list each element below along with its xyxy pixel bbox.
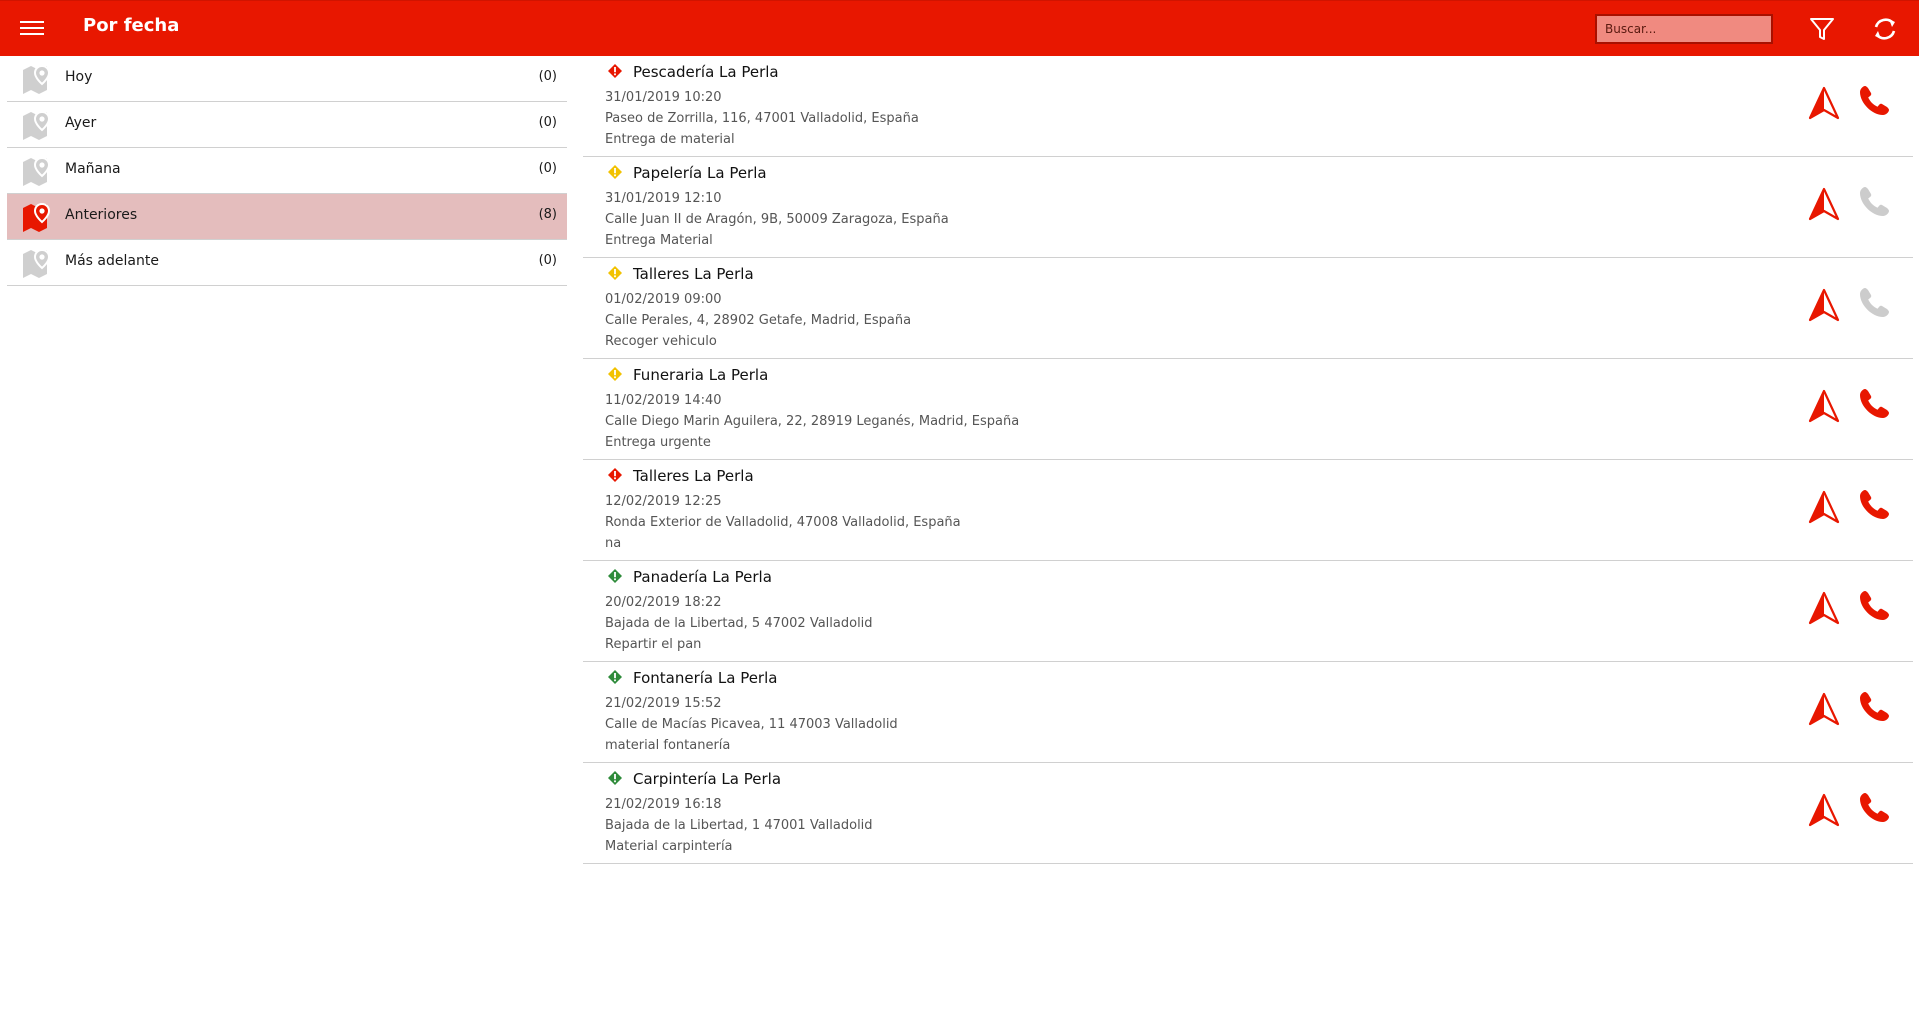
entry-name: Talleres La Perla: [633, 467, 754, 485]
sidebar: Hoy (0) Ayer (0) Mañana (0) Anteriores (8) Más a…: [7, 56, 567, 286]
sidebar-item-count: (0): [538, 253, 557, 268]
top-bar: Por fecha: [0, 0, 1919, 56]
entry-date: 21/02/2019 15:52: [605, 696, 722, 711]
sidebar-item-count: (0): [538, 161, 557, 176]
entry-name: Carpintería La Perla: [633, 770, 782, 788]
sidebar-item-count: (0): [538, 115, 557, 130]
entry-name: Talleres La Perla: [633, 265, 754, 283]
entry-address: Ronda Exterior de Valladolid, 47008 Vall…: [605, 515, 961, 530]
entry-address: Calle de Macías Picavea, 11 47003 Vallad…: [605, 717, 898, 732]
status-warning-icon: [607, 770, 623, 786]
list-item[interactable]: Papelería La Perla 31/01/2019 12:10 Calle …: [583, 157, 1913, 258]
entry-date: 31/01/2019 12:10: [605, 191, 722, 206]
map-pin-icon: [21, 246, 55, 280]
phone-icon[interactable]: [1857, 486, 1893, 522]
phone-icon[interactable]: [1857, 688, 1893, 724]
entry-description: material fontanería: [605, 738, 731, 753]
status-warning-icon: [607, 63, 623, 79]
sidebar-item[interactable]: Anteriores (8): [7, 194, 567, 240]
sidebar-item-label: Ayer: [65, 115, 97, 131]
phone-icon[interactable]: [1857, 385, 1893, 421]
entry-address: Calle Juan II de Aragón, 9B, 50009 Zarag…: [605, 212, 949, 227]
entry-date: 20/02/2019 18:22: [605, 595, 722, 610]
entry-name: Panadería La Perla: [633, 568, 772, 586]
phone-icon: [1857, 284, 1893, 320]
sidebar-item-count: (8): [538, 207, 557, 222]
entry-date: 01/02/2019 09:00: [605, 292, 722, 307]
navigate-icon[interactable]: [1806, 590, 1842, 626]
list-item[interactable]: Panadería La Perla 20/02/2019 18:22 Bajada…: [583, 561, 1913, 662]
entry-address: Bajada de la Libertad, 5 47002 Valladoli…: [605, 616, 873, 631]
phone-icon[interactable]: [1857, 789, 1893, 825]
status-warning-icon: [607, 669, 623, 685]
entry-name: Pescadería La Perla: [633, 63, 779, 81]
map-pin-icon: [21, 200, 55, 234]
entry-name: Fontanería La Perla: [633, 669, 778, 687]
entry-description: Entrega de material: [605, 132, 735, 147]
status-warning-icon: [607, 467, 623, 483]
sidebar-item-label: Más adelante: [65, 253, 159, 269]
navigate-icon[interactable]: [1806, 691, 1842, 727]
appointment-list: Pescadería La Perla 31/01/2019 10:20 Paseo…: [583, 56, 1913, 864]
sidebar-item-label: Mañana: [65, 161, 121, 177]
sidebar-item[interactable]: Mañana (0): [7, 148, 567, 194]
sidebar-item-label: Anteriores: [65, 207, 138, 223]
navigate-icon[interactable]: [1806, 792, 1842, 828]
status-warning-icon: [607, 265, 623, 281]
map-pin-icon: [21, 62, 55, 96]
hamburger-icon[interactable]: [17, 15, 47, 41]
phone-icon: [1857, 183, 1893, 219]
sidebar-item-count: (0): [538, 69, 557, 84]
navigate-icon[interactable]: [1806, 287, 1842, 323]
phone-icon[interactable]: [1857, 82, 1893, 118]
sidebar-item[interactable]: Más adelante (0): [7, 240, 567, 286]
entry-address: Calle Perales, 4, 28902 Getafe, Madrid, …: [605, 313, 912, 328]
navigate-icon[interactable]: [1806, 186, 1842, 222]
status-warning-icon: [607, 568, 623, 584]
entry-date: 11/02/2019 14:40: [605, 393, 722, 408]
entry-name: Funeraria La Perla: [633, 366, 769, 384]
status-warning-icon: [607, 366, 623, 382]
entry-description: na: [605, 536, 622, 551]
sidebar-item[interactable]: Hoy (0): [7, 56, 567, 102]
entry-description: Entrega urgente: [605, 435, 711, 450]
refresh-icon[interactable]: [1869, 13, 1901, 45]
entry-address: Calle Diego Marin Aguilera, 22, 28919 Le…: [605, 414, 1020, 429]
entry-description: Recoger vehiculo: [605, 334, 717, 349]
navigate-icon[interactable]: [1806, 388, 1842, 424]
list-item[interactable]: Funeraria La Perla 11/02/2019 14:40 Calle …: [583, 359, 1913, 460]
list-item[interactable]: Carpintería La Perla 21/02/2019 16:18 Baja…: [583, 763, 1913, 864]
entry-date: 31/01/2019 10:20: [605, 90, 722, 105]
entry-address: Bajada de la Libertad, 1 47001 Valladoli…: [605, 818, 873, 833]
map-pin-icon: [21, 154, 55, 188]
entry-date: 12/02/2019 12:25: [605, 494, 722, 509]
status-warning-icon: [607, 164, 623, 180]
page-title: Por fecha: [83, 15, 180, 36]
navigate-icon[interactable]: [1806, 489, 1842, 525]
sidebar-item-label: Hoy: [65, 69, 93, 85]
entry-description: Material carpintería: [605, 839, 733, 854]
navigate-icon[interactable]: [1806, 85, 1842, 121]
search-input[interactable]: [1595, 14, 1773, 44]
list-item[interactable]: Talleres La Perla 12/02/2019 12:25 Ronda E…: [583, 460, 1913, 561]
map-pin-icon: [21, 108, 55, 142]
list-item[interactable]: Fontanería La Perla 21/02/2019 15:52 Calle…: [583, 662, 1913, 763]
entry-date: 21/02/2019 16:18: [605, 797, 722, 812]
entry-description: Repartir el pan: [605, 637, 702, 652]
phone-icon[interactable]: [1857, 587, 1893, 623]
list-item[interactable]: Talleres La Perla 01/02/2019 09:00 Calle P…: [583, 258, 1913, 359]
entry-description: Entrega Material: [605, 233, 713, 248]
entry-name: Papelería La Perla: [633, 164, 767, 182]
list-item[interactable]: Pescadería La Perla 31/01/2019 10:20 Paseo…: [583, 56, 1913, 157]
sidebar-item[interactable]: Ayer (0): [7, 102, 567, 148]
entry-address: Paseo de Zorrilla, 116, 47001 Valladolid…: [605, 111, 919, 126]
filter-icon[interactable]: [1806, 13, 1838, 45]
